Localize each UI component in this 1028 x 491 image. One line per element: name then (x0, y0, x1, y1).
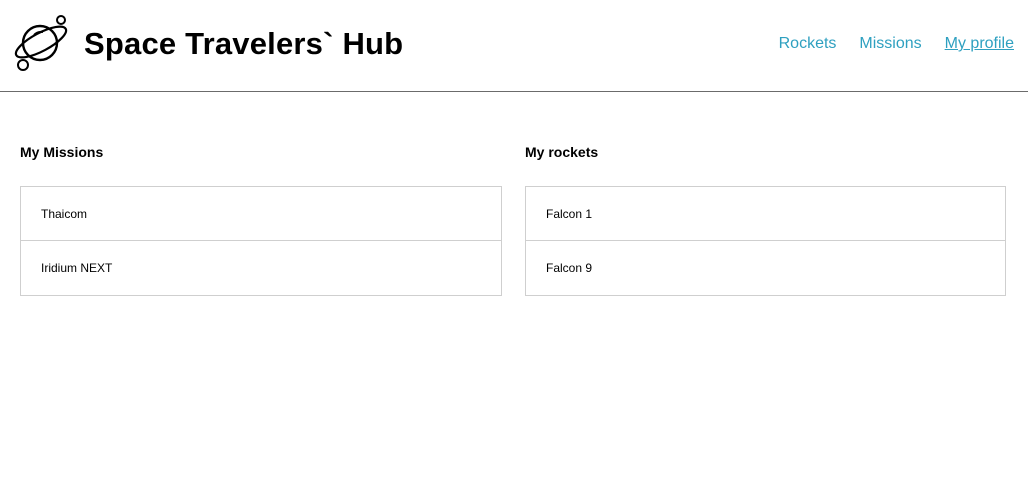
rocket-item: Falcon 1 (526, 187, 1005, 241)
site-title: Space Travelers` Hub (84, 26, 404, 61)
nav-link-my-profile[interactable]: My profile (945, 35, 1014, 53)
my-missions-list: Thaicom Iridium NEXT (20, 186, 502, 296)
nav-link-rockets[interactable]: Rockets (779, 35, 837, 53)
mission-item: Iridium NEXT (41, 261, 113, 275)
mission-item: Thaicom (21, 187, 501, 241)
main-nav: Rockets Missions My profile (779, 35, 1014, 53)
my-rockets-list: Falcon 1 Falcon 9 (525, 186, 1006, 296)
my-missions-section: My Missions Thaicom Iridium NEXT (20, 144, 502, 296)
my-rockets-section: My rockets Falcon 1 Falcon 9 (525, 144, 1006, 296)
app-header: Space Travelers` Hub Rockets Missions My… (0, 0, 1028, 92)
rocket-item: Falcon 9 (546, 261, 593, 275)
planet-icon (12, 14, 72, 74)
my-missions-title: My Missions (20, 144, 104, 160)
nav-link-missions[interactable]: Missions (859, 35, 921, 53)
my-rockets-title: My rockets (525, 144, 599, 160)
